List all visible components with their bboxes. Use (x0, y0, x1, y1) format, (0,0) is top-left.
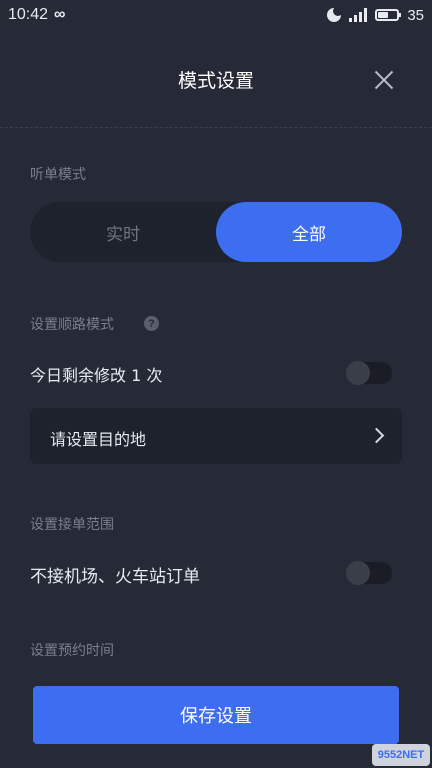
help-icon[interactable]: ? (144, 316, 159, 331)
status-left: 10:42 ∞ (8, 6, 65, 24)
switch-knob (346, 361, 370, 385)
no-airport-station-text: 不接机场、火车站订单 (30, 567, 200, 587)
remaining-changes-text: 今日剩余修改 1 次 (30, 366, 163, 385)
destination-label: 请设置目的地 (50, 430, 147, 449)
status-right: 35 (327, 6, 424, 24)
status-time: 10:42 (8, 6, 49, 23)
reservation-time-label: 设置预约时间 (30, 643, 114, 659)
route-mode-label: 设置顺路模式 (30, 317, 114, 333)
header: 模式设置 (0, 50, 432, 110)
set-destination-row[interactable]: 请设置目的地 (30, 408, 402, 464)
switch-knob (346, 561, 370, 585)
header-divider (0, 127, 432, 128)
mode-settings-screen: 10:42 ∞ 35 模式设置 听单模式 实时 全部 设置顺路模式 ? 今日剩余… (0, 0, 432, 768)
loop-icon: ∞ (54, 6, 66, 23)
order-range-switch[interactable] (346, 561, 392, 585)
close-icon[interactable] (372, 68, 396, 92)
listen-mode-toggle: 实时 全部 (30, 202, 402, 262)
page-title: 模式设置 (177, 70, 254, 92)
save-settings-button[interactable]: 保存设置 (33, 686, 399, 744)
moon-icon (327, 6, 344, 22)
route-mode-switch[interactable] (346, 361, 392, 385)
listen-mode-realtime-option[interactable]: 实时 (30, 202, 216, 262)
listen-mode-label: 听单模式 (30, 167, 86, 183)
watermark-logo: 9552NET (372, 744, 430, 766)
listen-mode-all-option[interactable]: 全部 (216, 202, 402, 262)
order-range-label: 设置接单范围 (30, 517, 114, 533)
battery-level: 35 (407, 6, 424, 24)
chevron-right-icon (368, 427, 385, 444)
status-bar: 10:42 ∞ 35 (0, 0, 432, 30)
battery-icon (375, 9, 402, 21)
signal-icon (349, 8, 368, 22)
